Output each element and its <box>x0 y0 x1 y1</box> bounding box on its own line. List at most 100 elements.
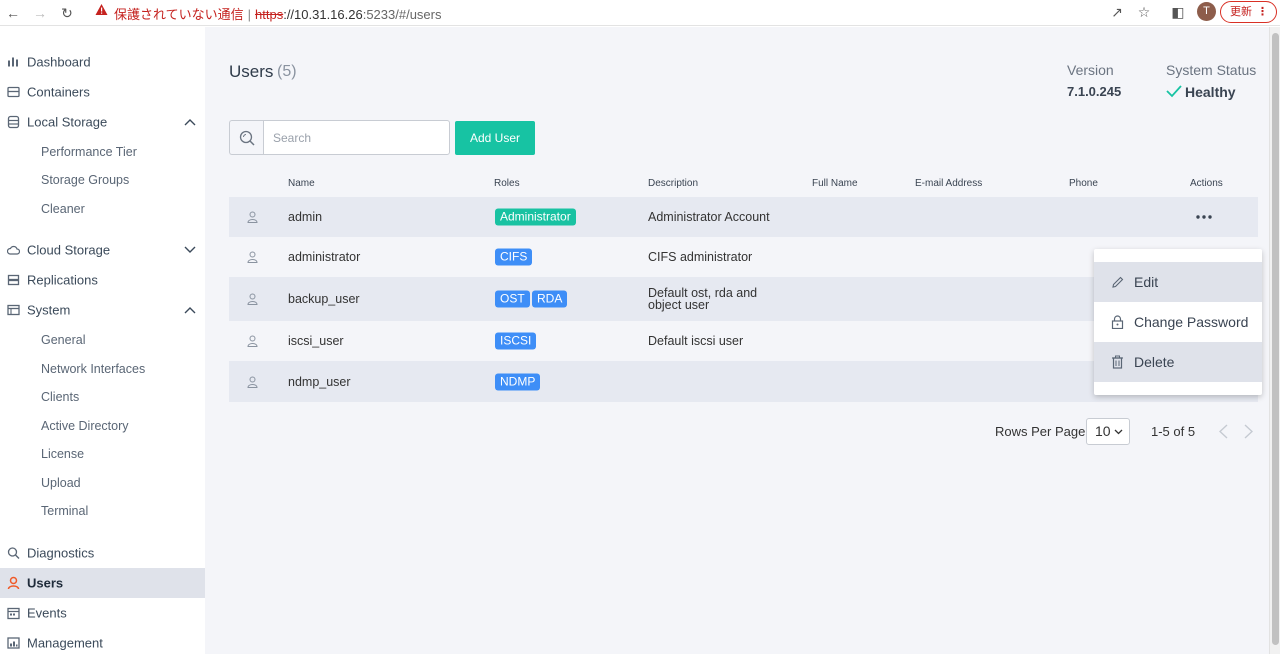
side-panel-icon[interactable]: ◧ <box>1169 3 1187 21</box>
cloud-icon <box>7 245 20 255</box>
user-description: Default ost, rda and object user <box>648 286 758 312</box>
search-button[interactable] <box>229 120 264 155</box>
rows-per-page-select[interactable]: 10 <box>1086 418 1130 445</box>
menu-item-change-password[interactable]: Change Password <box>1094 302 1262 342</box>
rows-per-page-label: Rows Per Page <box>995 424 1086 439</box>
url-path: :5233/#/users <box>362 7 442 22</box>
user-description: Administrator Account <box>648 210 770 224</box>
forward-arrow-icon[interactable]: → <box>31 4 49 22</box>
sidebar-subitem-cleaner[interactable]: Cleaner <box>41 202 85 216</box>
sidebar-subitem-clients[interactable]: Clients <box>41 390 79 404</box>
column-header-roles: Roles <box>494 178 520 189</box>
column-header-email: E-mail Address <box>915 178 983 189</box>
chevron-down-icon <box>1114 429 1123 435</box>
sidebar-subitem-license[interactable]: License <box>41 447 84 461</box>
user-description: CIFS administrator <box>648 250 753 264</box>
role-badge: ISCSI <box>495 332 537 350</box>
sidebar-item-management[interactable]: Management <box>0 628 205 654</box>
update-button[interactable]: 更新 ⋮ <box>1220 1 1277 23</box>
sidebar-item-containers[interactable]: Containers <box>0 77 205 107</box>
profile-avatar[interactable]: T <box>1197 2 1216 21</box>
address-bar[interactable]: 保護されていない通信 | https://10.31.16.26:5233/#/us… <box>114 4 442 23</box>
sidebar-item-diagnostics[interactable]: Diagnostics <box>0 538 205 568</box>
system-status-label: System Status <box>1166 62 1257 78</box>
calendar-icon <box>7 607 20 620</box>
user-count: (5) <box>277 63 297 80</box>
version-value: 7.1.0.245 <box>1067 84 1122 99</box>
menu-dots-icon: ⋮ <box>1257 6 1268 18</box>
add-user-button[interactable]: Add User <box>455 121 535 155</box>
sidebar-item-label: Containers <box>27 84 90 100</box>
reload-icon[interactable]: ↻ <box>58 4 76 22</box>
menu-item-label: Delete <box>1134 354 1175 370</box>
column-header-actions: Actions <box>1190 178 1223 189</box>
sidebar-item-label: Users <box>27 575 64 591</box>
share-icon[interactable]: ↗ <box>1108 3 1126 21</box>
star-icon[interactable]: ☆ <box>1135 3 1153 21</box>
sidebar-item-events[interactable]: Events <box>0 598 205 628</box>
menu-item-label: Edit <box>1134 274 1159 290</box>
pagination-range: 1-5 of 5 <box>1151 424 1196 439</box>
user-icon <box>247 211 258 223</box>
browser-toolbar: ← → ↻ 保護されていない通信 | https://10.31.16.26:523… <box>0 0 1280 26</box>
sidebar-item-system[interactable]: System <box>0 295 205 325</box>
sidebar-item-label: Diagnostics <box>27 545 95 561</box>
menu-item-label: Change Password <box>1134 314 1249 330</box>
sidebar-subitem-storage-groups[interactable]: Storage Groups <box>41 173 129 187</box>
chevron-up-icon[interactable] <box>184 306 196 314</box>
update-label: 更新 <box>1230 6 1252 18</box>
insecure-label: 保護されていない通信 <box>114 7 244 22</box>
column-header-name: Name <box>288 178 315 189</box>
sidebar-item-label: Cloud Storage <box>27 242 111 258</box>
management-icon <box>7 637 20 649</box>
menu-item-edit[interactable]: Edit <box>1094 262 1262 302</box>
chevron-up-icon[interactable] <box>184 118 196 126</box>
user-icon <box>247 251 258 263</box>
user-icon <box>247 335 258 347</box>
user-icon <box>247 376 258 388</box>
sidebar: Dashboard Containers Local Storage Perfo… <box>0 27 205 654</box>
user-name: iscsi_user <box>288 334 344 348</box>
container-icon <box>7 86 20 98</box>
vertical-scrollbar[interactable] <box>1269 27 1280 654</box>
table-row[interactable]: admin Administrator Administrator Accoun… <box>229 197 1258 237</box>
menu-item-delete[interactable]: Delete <box>1094 342 1262 382</box>
database-icon <box>7 115 20 129</box>
sidebar-item-label: Local Storage <box>27 114 108 130</box>
url-host: ://10.31.16.26 <box>283 7 363 22</box>
sidebar-subitem-general[interactable]: General <box>41 333 85 347</box>
sidebar-item-local-storage[interactable]: Local Storage <box>0 107 205 137</box>
role-badge: RDA <box>532 290 568 308</box>
sidebar-item-label: Dashboard <box>27 54 91 70</box>
scrollbar-thumb[interactable] <box>1272 33 1279 645</box>
sidebar-subitem-active-directory[interactable]: Active Directory <box>41 419 129 433</box>
chevron-left-icon[interactable] <box>1219 424 1228 439</box>
role-badge: CIFS <box>495 248 533 266</box>
user-name: backup_user <box>288 292 360 306</box>
back-arrow-icon[interactable]: ← <box>4 4 22 22</box>
chevron-down-icon[interactable] <box>184 246 196 254</box>
chevron-right-icon[interactable] <box>1244 424 1253 439</box>
checkmark-icon <box>1166 85 1182 98</box>
magnifier-icon <box>7 547 20 559</box>
role-badge: Administrator <box>495 208 576 226</box>
column-header-phone: Phone <box>1069 178 1098 189</box>
page-title: Users <box>229 62 274 81</box>
role-badge: NDMP <box>495 373 541 390</box>
sidebar-item-cloud-storage[interactable]: Cloud Storage <box>0 235 205 265</box>
trash-icon <box>1112 355 1123 369</box>
system-status-value: Healthy <box>1185 84 1236 100</box>
search-icon <box>239 130 255 146</box>
sidebar-item-users[interactable]: Users <box>0 568 205 598</box>
user-name: admin <box>288 210 323 224</box>
search-input[interactable] <box>263 120 450 155</box>
sidebar-item-dashboard[interactable]: Dashboard <box>0 47 205 77</box>
sidebar-subitem-network-interfaces[interactable]: Network Interfaces <box>41 362 145 376</box>
sidebar-subitem-upload[interactable]: Upload <box>41 476 81 490</box>
role-badge: OST <box>495 290 530 308</box>
sidebar-subitem-terminal[interactable]: Terminal <box>41 504 88 518</box>
window-icon <box>7 304 20 316</box>
more-actions-icon[interactable] <box>1195 215 1213 220</box>
sidebar-item-replications[interactable]: Replications <box>0 265 205 295</box>
sidebar-subitem-performance-tier[interactable]: Performance Tier <box>41 145 137 159</box>
